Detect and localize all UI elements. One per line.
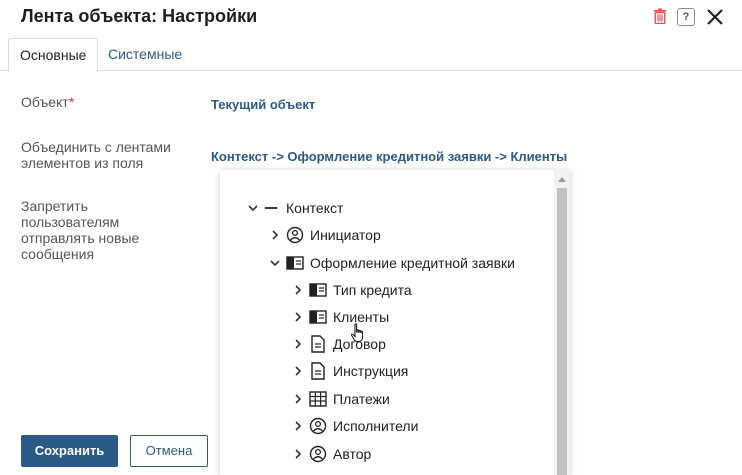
tree-node-label: Контекст [286,200,344,216]
tab-bar: Основные Системные [0,38,742,72]
tree-node-credit-application[interactable]: Оформление кредитной заявки [269,253,515,273]
tree-node-credit-type[interactable]: Тип кредита [292,280,412,300]
merge-feeds-label: Объединить с лентами элементов из поля [21,139,171,171]
card-icon [286,256,304,270]
scroll-up-icon[interactable] [558,177,566,182]
required-mark: * [68,94,75,110]
tree-node-label: Исполнители [333,418,419,434]
save-button[interactable]: Сохранить [21,435,118,467]
tree-node-label: Инструкция [333,363,409,379]
tree-node-initiator[interactable]: Инициатор [269,225,381,245]
merge-feeds-value[interactable]: Контекст -> Оформление кредитной заявки … [211,149,567,164]
help-icon: ? [682,10,690,23]
user-circle-icon [309,445,327,463]
scrollbar[interactable] [554,170,570,475]
table-icon [309,391,327,407]
close-icon[interactable] [706,8,724,26]
tree-node-payments[interactable]: Платежи [292,389,390,409]
chevron-right-icon[interactable] [292,284,304,296]
chevron-right-icon[interactable] [292,311,304,323]
help-button[interactable]: ? [677,8,695,26]
tab-system[interactable]: Системные [97,38,193,71]
tree-node-label: Инициатор [310,227,381,243]
chevron-down-icon[interactable] [269,257,281,269]
tree-node-author[interactable]: Автор [292,444,371,464]
chevron-down-icon[interactable] [247,202,259,214]
tree-node-label: Оформление кредитной заявки [310,255,515,271]
chevron-right-icon[interactable] [292,338,304,350]
object-label: Объект* [21,94,191,110]
tree-node-label: Тип кредита [333,282,412,298]
hand-cursor-icon [351,323,364,342]
tree-node-executors[interactable]: Исполнители [292,416,418,436]
object-value[interactable]: Текущий объект [211,97,315,112]
cancel-button[interactable]: Отмена [130,435,208,467]
document-icon [311,335,325,353]
trash-icon[interactable] [653,8,667,25]
tree-node-context[interactable]: Контекст [247,198,343,218]
forbid-messages-label: Запретить пользователям отправлять новые… [21,198,140,262]
chevron-right-icon[interactable] [292,365,304,377]
user-circle-icon [309,417,327,435]
object-label-text: Объект [21,94,69,110]
dialog-header: Лента объекта: Настройки ? [0,0,742,38]
chevron-right-icon[interactable] [292,448,304,460]
chevron-right-icon[interactable] [269,229,281,241]
tree-node-clients[interactable]: Клиенты [292,307,389,327]
card-icon [309,310,327,324]
tree-node-label: Платежи [333,391,390,407]
tree-node-contract[interactable]: Договор [292,334,386,354]
chevron-right-icon[interactable] [292,420,304,432]
card-icon [309,283,327,297]
document-icon [311,362,325,380]
tree-node-instruction[interactable]: Инструкция [292,361,408,381]
tree-node-label: Автор [333,446,372,462]
dialog-title: Лента объекта: Настройки [21,6,258,26]
chevron-right-icon[interactable] [292,393,304,405]
dash-icon [264,207,278,209]
user-circle-icon [286,226,304,244]
scrollbar-thumb[interactable] [557,188,567,475]
tab-main[interactable]: Основные [8,38,99,72]
